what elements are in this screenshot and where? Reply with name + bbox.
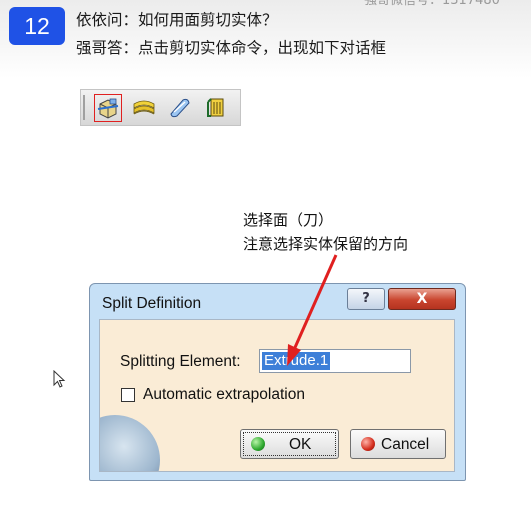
question-text: 依依问：如何用面剪切实体？ bbox=[76, 11, 278, 29]
close-surface-icon bbox=[170, 98, 190, 118]
split-definition-dialog: Split Definition ? X Splitting Element: … bbox=[89, 283, 466, 481]
mouse-cursor-icon bbox=[53, 370, 66, 388]
cancel-button-label: Cancel bbox=[381, 436, 430, 453]
dialog-background-decoration bbox=[100, 415, 160, 471]
thick-surface-button[interactable] bbox=[131, 94, 159, 122]
annotation-line-2: 注意选择实体保留的方向 bbox=[243, 235, 409, 253]
cancel-red-dot-icon bbox=[361, 437, 375, 451]
cancel-button[interactable]: Cancel bbox=[350, 429, 446, 459]
splitting-element-field[interactable]: Extrude.1 bbox=[259, 349, 411, 373]
dialog-body: Splitting Element: Extrude.1 Automatic e… bbox=[99, 319, 455, 472]
annotation-line-1: 选择面（刀） bbox=[243, 211, 334, 229]
answer-text: 强哥答：点击剪切实体命令，出现如下对话框 bbox=[76, 39, 387, 57]
surface-operations-toolbar bbox=[80, 89, 241, 126]
automatic-extrapolation-label: Automatic extrapolation bbox=[143, 386, 305, 403]
close-surface-button[interactable] bbox=[166, 94, 194, 122]
close-button[interactable]: X bbox=[388, 288, 456, 310]
splitting-element-label: Splitting Element: bbox=[120, 353, 241, 370]
split-icon bbox=[97, 98, 119, 119]
ok-button[interactable]: OK bbox=[240, 429, 339, 459]
splitting-element-value: Extrude.1 bbox=[262, 352, 331, 370]
sew-surface-button[interactable] bbox=[203, 94, 231, 122]
header-clipped-text: 强哥微信号：1317480 bbox=[364, 0, 500, 8]
toolbar-grip[interactable] bbox=[83, 95, 85, 120]
split-button[interactable] bbox=[94, 94, 122, 122]
sew-surface-icon bbox=[207, 98, 224, 117]
dialog-title: Split Definition bbox=[102, 295, 202, 312]
ok-button-label: OK bbox=[289, 436, 312, 453]
item-number-badge: 12 bbox=[9, 7, 65, 45]
help-button[interactable]: ? bbox=[347, 288, 385, 310]
thick-surface-icon bbox=[133, 100, 155, 115]
automatic-extrapolation-checkbox[interactable] bbox=[121, 388, 135, 402]
ok-green-dot-icon bbox=[251, 437, 265, 451]
